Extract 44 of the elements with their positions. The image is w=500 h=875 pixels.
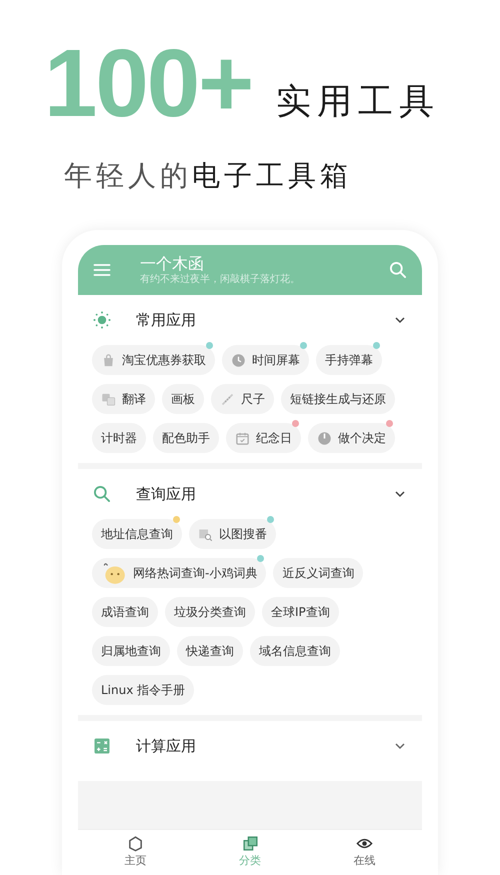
ruler-icon bbox=[220, 392, 235, 406]
app-chip[interactable]: 配色助手 bbox=[153, 423, 219, 453]
app-chip[interactable]: 网络热词查询-小鸡词典 bbox=[92, 558, 266, 588]
app-chip[interactable]: 地址信息查询 bbox=[92, 519, 182, 549]
app-chip[interactable]: Linux 指令手册 bbox=[92, 675, 194, 705]
app-chip[interactable]: 翻译 bbox=[92, 384, 155, 414]
translate-icon bbox=[101, 392, 116, 406]
dial-icon bbox=[317, 430, 332, 446]
app-chip[interactable]: 纪念日 bbox=[226, 423, 301, 453]
app-chip[interactable]: 短链接生成与还原 bbox=[281, 384, 395, 414]
app-chip[interactable]: 淘宝优惠券获取 bbox=[92, 345, 215, 375]
section-title: 查询应用 bbox=[136, 484, 197, 505]
nav-tab[interactable]: 主页 bbox=[78, 830, 193, 875]
section-title: 计算应用 bbox=[136, 736, 197, 757]
app-chip[interactable]: 域名信息查询 bbox=[250, 636, 340, 666]
headline-caption: 实用工具 bbox=[276, 80, 440, 124]
nav-tab[interactable]: 在线 bbox=[307, 830, 422, 875]
headline-number: 100+ bbox=[44, 36, 252, 132]
clock-icon bbox=[231, 352, 246, 368]
app-chip[interactable]: 近反义词查询 bbox=[273, 558, 364, 588]
app-chip[interactable]: 快递查询 bbox=[177, 636, 243, 666]
app-motto: 有约不来过夜半，闲敲棋子落灯花。 bbox=[140, 274, 301, 286]
app-chip[interactable]: 手持弹幕 bbox=[316, 345, 382, 375]
app-chip[interactable]: 做个决定 bbox=[308, 423, 395, 453]
search-icon bbox=[92, 484, 112, 504]
bag-icon bbox=[101, 352, 116, 368]
calendar-icon bbox=[235, 430, 250, 446]
stacked-squares-icon bbox=[242, 835, 258, 852]
sun-icon bbox=[92, 310, 112, 330]
app-chip[interactable]: 成语查询 bbox=[92, 597, 158, 627]
app-title: 一个木函 bbox=[140, 254, 205, 274]
calculator-icon bbox=[92, 736, 112, 756]
subtitle: 年轻人的 电子工具箱 bbox=[63, 162, 353, 190]
home-icon bbox=[126, 835, 144, 852]
app-chip[interactable]: 以图搜番 bbox=[189, 519, 276, 549]
section-title: 常用应用 bbox=[136, 310, 197, 331]
app-chip[interactable]: 时间屏幕 bbox=[222, 345, 309, 375]
app-chip[interactable]: 尺子 bbox=[211, 384, 274, 414]
app-chip[interactable]: 全球IP查询 bbox=[262, 597, 339, 627]
app-chip[interactable]: 垃圾分类查询 bbox=[165, 597, 255, 627]
app-chip[interactable]: 归属地查询 bbox=[92, 636, 170, 666]
image-search-icon bbox=[198, 526, 213, 542]
app-chip[interactable]: 画板 bbox=[162, 384, 204, 414]
app-chip[interactable]: 计时器 bbox=[92, 423, 146, 453]
